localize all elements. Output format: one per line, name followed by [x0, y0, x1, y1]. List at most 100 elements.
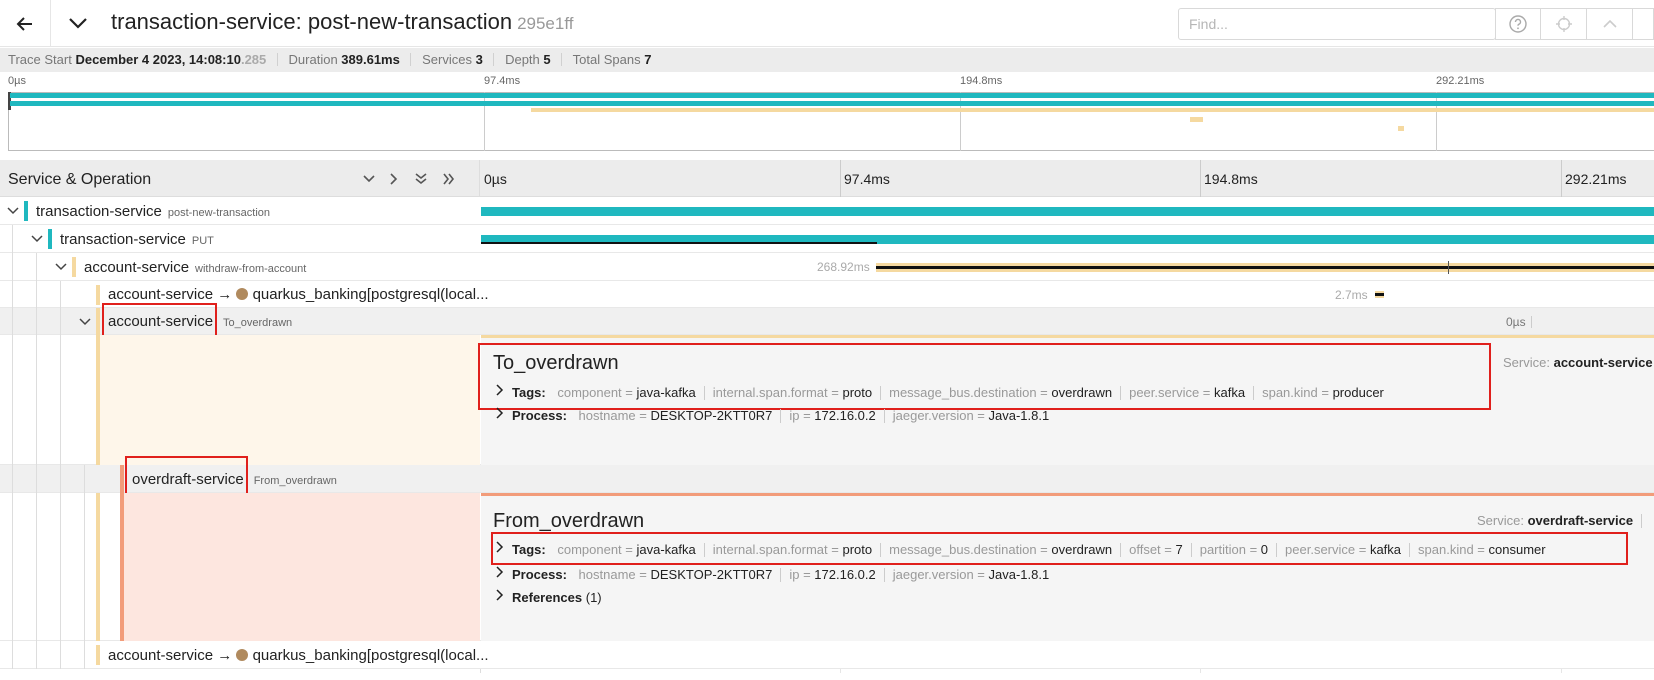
span-name[interactable]: account-service To_overdrawn [108, 313, 292, 330]
help-circle-icon [1509, 15, 1527, 33]
row-toggle[interactable] [78, 315, 92, 329]
service-name: account-service [108, 286, 214, 303]
span-row[interactable]: transaction-service post-new-transaction [0, 197, 1654, 225]
tag-key: partition [1199, 542, 1246, 557]
ruler-tick: 292.21ms [1565, 171, 1627, 187]
chevron-down-icon [7, 207, 19, 215]
tree-line [84, 641, 85, 669]
timeline-header: Service & Operation 0µs 97.4ms 194.8ms 2… [0, 160, 1654, 197]
service-value: account-service [1553, 355, 1653, 370]
process-key: hostname [578, 408, 636, 423]
service-name: account-service [108, 313, 214, 330]
span-row[interactable]: account-service → quarkus_banking[postgr… [0, 641, 1654, 669]
tree-line [12, 493, 13, 641]
trace-summary: Trace Start December 4 2023, 14:08:10.28… [0, 48, 1654, 72]
services-label: Services [422, 52, 472, 67]
row-toggle[interactable] [54, 260, 68, 274]
chevron-down-icon [79, 318, 91, 326]
services-value: 3 [475, 52, 483, 67]
collapse-one-button[interactable] [359, 169, 379, 189]
minimap-tick: 292.21ms [1436, 75, 1485, 87]
references-count: (1) [585, 590, 602, 605]
minimap-span [531, 108, 1654, 112]
locate-button[interactable] [1541, 8, 1587, 40]
span-name[interactable]: transaction-service PUT [60, 231, 214, 248]
process-key: ip [789, 408, 800, 423]
span-name[interactable]: transaction-service post-new-transaction [36, 203, 270, 220]
next-result-button[interactable] [1633, 8, 1654, 40]
duration-label: Duration [288, 52, 338, 67]
find-input[interactable] [1178, 8, 1496, 40]
tree-line [12, 641, 13, 669]
collapse-all-button[interactable] [411, 169, 431, 189]
collapse-header-button[interactable] [66, 10, 90, 36]
double-chevron-down-icon [415, 173, 427, 185]
detail-indent [124, 493, 480, 641]
span-name[interactable]: account-service withdraw-from-account [84, 259, 306, 276]
duration-value: 389.61ms [341, 52, 400, 67]
span-row[interactable]: account-service withdraw-from-account 268… [0, 253, 1654, 281]
span-log-bar [1375, 293, 1384, 296]
back-button[interactable] [0, 0, 51, 47]
tag-key: component [557, 385, 622, 400]
span-name[interactable]: account-service → quarkus_banking[postgr… [108, 647, 489, 664]
chevron-down-icon [31, 235, 43, 243]
row-toggle[interactable] [6, 204, 20, 218]
prev-result-button[interactable] [1587, 8, 1633, 40]
span-row-selected[interactable]: overdraft-service From_overdrawn [0, 456, 1654, 495]
tree-line [36, 335, 37, 465]
span-name[interactable]: account-service → quarkus_banking[postgr… [108, 286, 489, 303]
span-bar[interactable] [1531, 316, 1532, 328]
trace-header: transaction-service: post-new-transactio… [0, 0, 1654, 47]
tag-value: kafka [1214, 385, 1246, 400]
expand-one-button[interactable] [384, 169, 404, 189]
crosshair-icon [1555, 16, 1572, 32]
tag-key: component [557, 542, 622, 557]
tags-section[interactable]: Tags: component = java-kafka internal.spa… [496, 541, 1546, 557]
minimap-tick: 194.8ms [960, 75, 1003, 87]
tree-line [60, 493, 61, 641]
service-color [96, 285, 100, 305]
process-section[interactable]: Process: hostname = DESKTOP-2KTT0R7 ip = … [496, 407, 1049, 423]
row-toggle[interactable] [30, 232, 44, 246]
expand-all-button[interactable] [439, 169, 459, 189]
ruler-gridline [1200, 160, 1201, 197]
trace-start-ms: .285 [240, 52, 267, 67]
tag-value: java-kafka [636, 385, 696, 400]
service-color [120, 465, 124, 493]
process-value: 172.16.0.2 [814, 408, 876, 423]
service-operation-header: Service & Operation [0, 160, 480, 197]
trace-start-value: December 4 2023, 14:08:10 [75, 52, 241, 67]
references-section[interactable]: References (1) [496, 589, 602, 605]
total-spans-label: Total Spans [572, 52, 641, 67]
process-section[interactable]: Process: hostname = DESKTOP-2KTT0R7 ip = … [496, 566, 1049, 582]
tag-key: span.kind [1418, 542, 1474, 557]
service-name: transaction-service [36, 203, 162, 220]
span-row[interactable]: transaction-service PUT [0, 225, 1654, 253]
span-duration: 2.7ms [1335, 288, 1368, 302]
minimap-tick: 97.4ms [484, 75, 521, 87]
tags-section[interactable]: Tags: component = java-kafka internal.spa… [496, 384, 1384, 400]
span-row-selected[interactable]: account-service To_overdrawn 0µs [0, 303, 1654, 337]
tree-line [12, 253, 13, 281]
tags-label: Tags: [512, 542, 546, 557]
tags-label: Tags: [512, 385, 546, 400]
keyboard-help-button[interactable] [1495, 8, 1541, 40]
service-color [96, 645, 100, 665]
chevron-right-icon [496, 541, 504, 556]
peer-target: quarkus_banking[postgresql(local... [252, 647, 489, 664]
tree-line [12, 225, 13, 253]
database-icon [236, 288, 249, 300]
service-label: Service: [1477, 513, 1524, 528]
process-value: DESKTOP-2KTT0R7 [650, 567, 773, 582]
span-name[interactable]: overdraft-service From_overdrawn [132, 471, 337, 488]
chevron-right-icon [496, 566, 504, 581]
operation-name: PUT [191, 235, 214, 247]
operation-name: To_overdrawn [223, 317, 293, 329]
span-row[interactable]: account-service → quarkus_banking[postgr… [0, 281, 1654, 308]
detail-title: From_overdrawn [493, 510, 645, 532]
span-bar[interactable] [481, 207, 1654, 216]
tree-line [12, 465, 13, 493]
span-log-marker [1448, 261, 1449, 274]
detail-indent [100, 335, 480, 465]
